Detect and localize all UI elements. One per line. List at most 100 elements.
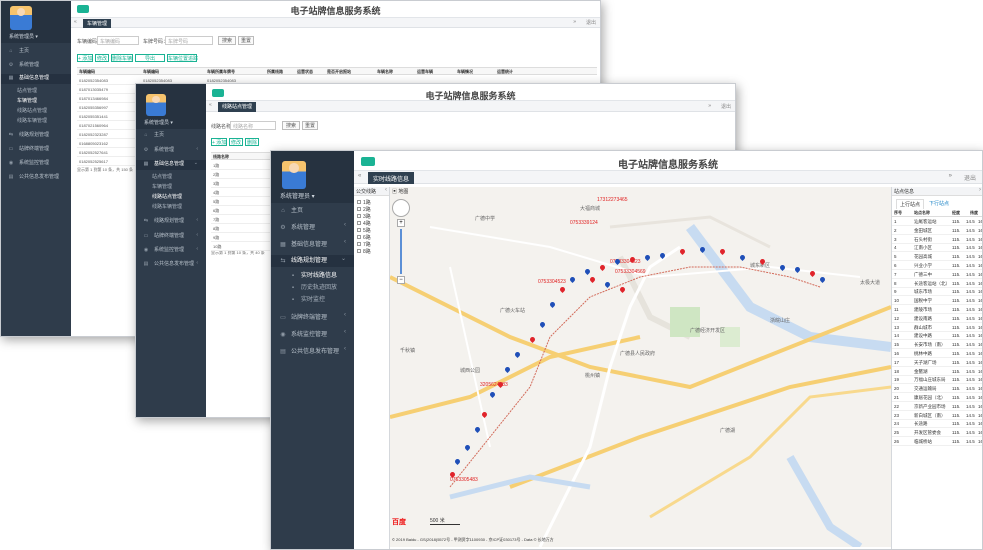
checkbox[interactable] [357, 221, 361, 225]
station-row[interactable]: 11 建陵市场 115. 14.5 16 [892, 306, 982, 314]
menu-realtime-info[interactable]: ▪ 实时线路信息 [271, 270, 354, 281]
checkbox[interactable] [357, 235, 361, 239]
menu-monitor[interactable]: ◉ 系统监控管理 ‹ [136, 246, 206, 256]
station-row[interactable]: 19 万福山庄城东局 115. 14.5 16 [892, 376, 982, 385]
tab-prev-icon[interactable]: « [74, 19, 77, 25]
table-row[interactable]: 1路 [211, 161, 271, 170]
reset-button[interactable]: 重置 [238, 36, 254, 45]
reset-button[interactable]: 重置 [302, 121, 318, 130]
station-row[interactable]: 9 城东市场 115. 14.5 16 [892, 288, 982, 297]
tab-route[interactable]: 线路站点管理 [218, 102, 257, 112]
menu-publish[interactable]: ▤ 公共信息发布管理 ‹ [271, 346, 354, 358]
menu-monitor[interactable]: ◉ 系统监控管理 [1, 159, 71, 169]
collapse-icon[interactable]: ‹ [385, 187, 387, 193]
tab-downstream[interactable]: 下行站点 [926, 199, 952, 208]
menu-basic[interactable]: ▦ 基础信息管理 ⌄ [136, 160, 206, 170]
menu-publish[interactable]: ▤ 公共信息发布管理 [1, 173, 71, 183]
station-row[interactable]: 17 天子湖广场 115. 14.5 16 [892, 359, 982, 367]
vehicle-label[interactable]: 07533304569 [615, 269, 646, 275]
add-button[interactable]: + 添加 [211, 138, 227, 146]
plate-input[interactable]: 车牌号码 [165, 36, 213, 45]
station-row[interactable]: 6 兴业小学 115. 14.5 16 [892, 262, 982, 270]
exit-link[interactable]: 退出 [964, 173, 976, 182]
table-row[interactable]: 2路 [211, 170, 271, 179]
menu-route-plan[interactable]: ⇆ 线路规划管理 [1, 131, 71, 141]
station-row[interactable]: 16 桃林中路 115. 14.5 16 [892, 350, 982, 358]
vehicle-label[interactable]: 3205624183 [480, 382, 508, 388]
checkbox[interactable] [357, 249, 361, 253]
route-item[interactable]: 8路 [357, 248, 371, 255]
menu-basic[interactable]: ▦ 基础信息管理 ‹ [271, 239, 354, 251]
menu-realtime-monitor[interactable]: ▪ 实时监控 [271, 294, 354, 305]
table-row[interactable]: 3路 [211, 179, 271, 188]
menu-history-track[interactable]: ▪ 历史轨迹回放 [271, 282, 354, 293]
station-row[interactable]: 1 汕尾客运站 115. 14.5 16 [892, 218, 982, 226]
route-item[interactable]: 7路 [357, 241, 371, 248]
vehicle-label[interactable]: 17312273465 [597, 197, 628, 203]
table-row[interactable]: 8路 [211, 224, 271, 233]
menu-route-plan[interactable]: ⇆ 线路规划管理 ‹ [136, 217, 206, 227]
menu-stop[interactable]: 站点管理 [136, 173, 206, 182]
menu-system[interactable]: ⚙ 系统管理 ‹ [136, 146, 206, 156]
station-row[interactable]: 14 建设中路 115. 14.5 16 [892, 332, 982, 341]
tab-prev-icon[interactable]: « [358, 173, 361, 179]
station-row[interactable]: 4 江南小区 115. 14.5 16 [892, 244, 982, 253]
tab-next-icon[interactable]: » [949, 173, 952, 179]
tab-next-icon[interactable]: » [708, 103, 711, 109]
menu-board[interactable]: ▭ 站牌终端管理 ‹ [136, 232, 206, 242]
menu-board[interactable]: ▭ 站牌终端管理 [1, 145, 71, 155]
menu-system[interactable]: ⚙ 系统管理 [1, 61, 71, 71]
vehicle-code-input[interactable]: 车辆编码 [97, 36, 139, 45]
checkbox[interactable] [357, 214, 361, 218]
user-name[interactable]: 系统管理员 ▾ [280, 191, 315, 200]
user-name[interactable]: 系统管理员 ▾ [9, 33, 38, 40]
exit-link[interactable]: 退出 [721, 103, 731, 110]
table-row[interactable]: 10路 [211, 242, 271, 251]
table-row[interactable]: 9路 [211, 233, 271, 242]
menu-route[interactable]: 线路站点管理 [136, 193, 206, 202]
station-row[interactable]: 20 交通运输局 115. 14.5 16 [892, 385, 982, 394]
station-row[interactable]: 24 长途路 115. 14.5 16 [892, 420, 982, 429]
station-row[interactable]: 21 康居花园（北） 115. 14.5 16 [892, 394, 982, 402]
menu-home[interactable]: ⌂ 主页 [271, 205, 354, 217]
route-item[interactable]: 3路 [357, 213, 371, 220]
pan-control[interactable] [392, 199, 410, 217]
tab-next-icon[interactable]: » [573, 19, 576, 25]
table-row[interactable]: 4路 [211, 188, 271, 197]
menu-route[interactable]: 线路站点管理 [1, 107, 71, 116]
station-row[interactable]: 12 建设南路 115. 14.5 16 [892, 315, 982, 323]
station-row[interactable]: 8 长途客运站（北） 115. 14.5 16 [892, 280, 982, 288]
search-button[interactable]: 搜索 [218, 36, 236, 45]
station-row[interactable]: 26 临城桥站 115. 14.5 16 [892, 438, 982, 446]
menu-home[interactable]: ⌂ 主页 [1, 47, 71, 57]
map-view[interactable]: ▣ 地图 + − 大福商城 广德中学 广德县人民政府 城东新区 太极大道 广德火车站 桃州镇… [390, 187, 891, 547]
tab-realtime[interactable]: 实时线路信息 [368, 172, 415, 184]
station-row[interactable]: 7 广德三中 115. 14.5 16 [892, 271, 982, 279]
station-row[interactable]: 3 石头村街 115. 14.5 16 [892, 236, 982, 244]
search-button[interactable]: 搜索 [282, 121, 300, 130]
station-row[interactable]: 22 京新产业园市场 115. 14.5 16 [892, 403, 982, 411]
menu-route-vehicle[interactable]: 线路车辆管理 [1, 117, 71, 126]
table-row[interactable]: 5路 [211, 197, 271, 206]
tab-prev-icon[interactable]: « [209, 102, 212, 108]
zoom-control[interactable]: + − [392, 199, 410, 289]
edit-button[interactable]: 修改 [229, 138, 243, 146]
zoom-in-button[interactable]: + [397, 219, 405, 227]
checkbox[interactable] [357, 242, 361, 246]
menu-home[interactable]: ⌂ 主页 [136, 131, 206, 141]
station-row[interactable]: 15 长安市场（南） 115. 14.5 16 [892, 341, 982, 350]
tab-upstream[interactable]: 上行站点 [896, 199, 925, 209]
checkbox[interactable] [357, 228, 361, 232]
delete-button[interactable]: 删除 [245, 138, 259, 146]
menu-vehicle[interactable]: 车辆管理 [136, 183, 206, 192]
table-row[interactable]: 6路 [211, 206, 271, 215]
user-name[interactable]: 系统管理员 ▾ [144, 119, 173, 126]
station-row[interactable]: 5 花园高城 115. 14.5 16 [892, 253, 982, 262]
menu-vehicle[interactable]: 车辆管理 [1, 97, 71, 106]
station-row[interactable]: 13 群山城市 115. 14.5 16 [892, 324, 982, 332]
exit-link[interactable]: 退出 [586, 19, 596, 26]
route-item[interactable]: 2路 [357, 206, 371, 213]
zoom-slider[interactable] [400, 229, 402, 274]
export-button[interactable]: 导出 [135, 54, 165, 62]
edit-button[interactable]: 修改 [95, 54, 109, 62]
